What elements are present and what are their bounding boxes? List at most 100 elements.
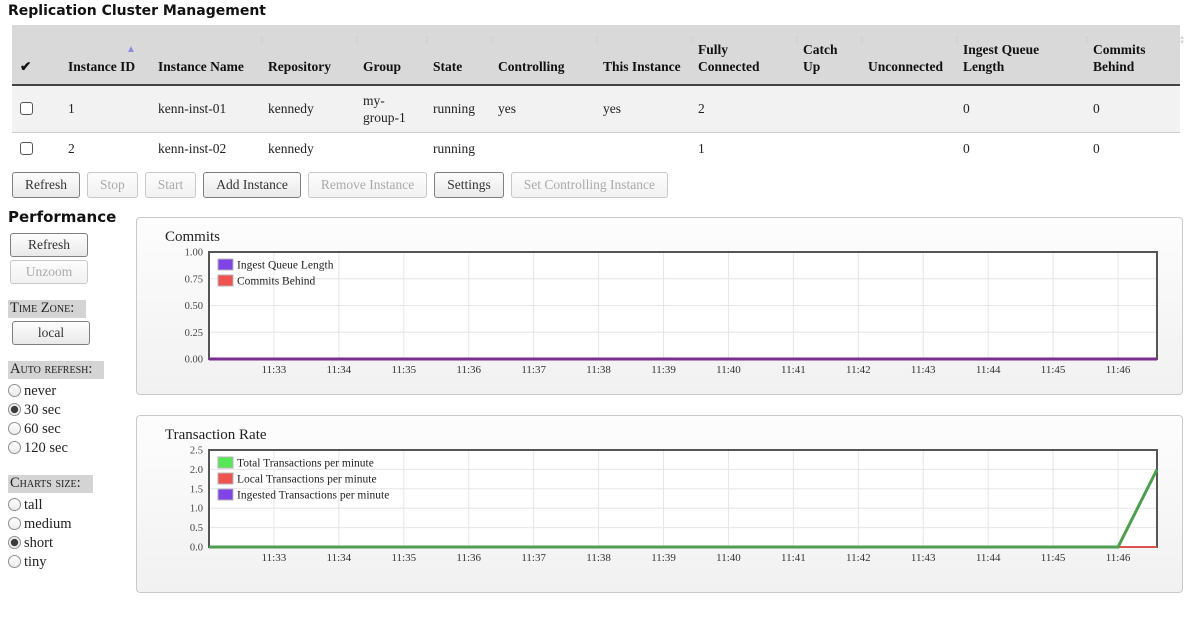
cell-fully-connected: 1 xyxy=(690,132,795,165)
cell-this-instance xyxy=(595,132,690,165)
svg-text:11:46: 11:46 xyxy=(1106,364,1131,376)
time-zone-button[interactable]: local xyxy=(12,321,90,345)
cell-commits-behind: 0 xyxy=(1085,85,1180,132)
charts-size-group: Charts size: tall medium short tiny xyxy=(8,474,136,572)
transaction-rate-chart-title: Transaction Rate xyxy=(165,427,1182,444)
charts-size-radio-tall[interactable] xyxy=(8,498,21,511)
cell-catch-up xyxy=(795,132,860,165)
column-header-group[interactable]: Group▲▼ xyxy=(355,25,425,85)
auto-refresh-option-label[interactable]: never xyxy=(24,383,56,399)
column-header-label: Group xyxy=(363,59,401,74)
column-header-controlling[interactable]: Controlling▲▼ xyxy=(490,25,595,85)
cell-instance-id: 1 xyxy=(60,85,150,132)
auto-refresh-option-label[interactable]: 30 sec xyxy=(24,402,61,418)
svg-text:11:34: 11:34 xyxy=(327,552,352,564)
sort-ascending-icon: ▲ xyxy=(126,41,136,58)
legend-swatch xyxy=(218,457,233,468)
column-header-instance-name[interactable]: Instance Name▲▼ xyxy=(150,25,260,85)
row-select-checkbox[interactable] xyxy=(20,142,33,155)
auto-refresh-option-60-sec: 60 sec xyxy=(8,420,136,439)
cluster-actions-toolbar: RefreshStopStartAdd InstanceRemove Insta… xyxy=(12,172,1191,198)
add-instance-button[interactable]: Add Instance xyxy=(203,172,301,198)
select-all-checkmark-icon[interactable]: ✔ xyxy=(12,25,60,85)
table-row: 2kenn-inst-02kennedyrunning100 xyxy=(12,132,1180,165)
settings-button[interactable]: Settings xyxy=(434,172,504,198)
svg-text:11:41: 11:41 xyxy=(781,364,806,376)
charts-size-radio-tiny[interactable] xyxy=(8,555,21,568)
cell-instance-name: kenn-inst-01 xyxy=(150,85,260,132)
column-header-catch-up[interactable]: Catch Up▲▼ xyxy=(795,25,860,85)
svg-text:11:36: 11:36 xyxy=(456,552,481,564)
column-header-commits-behind[interactable]: Commits Behind▲▼ xyxy=(1085,25,1180,85)
row-cell-select xyxy=(12,85,60,132)
svg-text:11:42: 11:42 xyxy=(846,364,871,376)
cell-fully-connected: 2 xyxy=(690,85,795,132)
charts-size-radio-medium[interactable] xyxy=(8,517,21,530)
cluster-table-body: 1kenn-inst-01kennedymy-group-1runningyes… xyxy=(12,85,1180,165)
cluster-table: ✔Instance ID▲Instance Name▲▼Repository▲▼… xyxy=(12,25,1180,165)
sortable-icon: ▲▼ xyxy=(1179,36,1185,46)
performance-section: Performance Refresh Unzoom Time Zone: lo… xyxy=(0,208,1191,613)
column-header-label: State xyxy=(433,59,462,74)
svg-text:1.0: 1.0 xyxy=(190,504,203,515)
charts-size-option-label[interactable]: tiny xyxy=(24,554,47,570)
commits-chart-panel: Commits11:3311:3411:3511:3611:3711:3811:… xyxy=(136,217,1183,395)
cell-instance-id: 2 xyxy=(60,132,150,165)
column-header-this-instance[interactable]: This Instance▲▼ xyxy=(595,25,690,85)
svg-text:11:45: 11:45 xyxy=(1041,552,1066,564)
charts-size-option-label[interactable]: tall xyxy=(24,497,43,513)
legend-label: Local Transactions per minute xyxy=(237,474,377,486)
svg-text:11:46: 11:46 xyxy=(1106,552,1131,564)
performance-unzoom-button: Unzoom xyxy=(10,260,88,284)
charts-size-option-label[interactable]: medium xyxy=(24,516,72,532)
charts-size-radio-short[interactable] xyxy=(8,536,21,549)
auto-refresh-radio-30-sec[interactable] xyxy=(8,403,21,416)
commits-chart-plot[interactable]: 11:3311:3411:3511:3611:3711:3811:3911:40… xyxy=(137,248,1177,382)
legend-swatch xyxy=(218,489,233,500)
svg-text:0.0: 0.0 xyxy=(190,543,203,554)
column-header-unconnected[interactable]: Unconnected▲▼ xyxy=(860,25,955,85)
column-header-state[interactable]: State▲▼ xyxy=(425,25,490,85)
column-header-instance-id[interactable]: Instance ID▲ xyxy=(60,25,150,85)
page-title: Replication Cluster Management xyxy=(0,0,1191,25)
cell-controlling xyxy=(490,132,595,165)
charts-size-option-tiny: tiny xyxy=(8,553,136,572)
column-header-label: Catch Up xyxy=(803,42,838,74)
auto-refresh-option-label[interactable]: 120 sec xyxy=(24,440,68,456)
time-zone-group: Time Zone: local xyxy=(8,299,136,345)
charts-size-option-label[interactable]: short xyxy=(24,535,53,551)
cell-group: my-group-1 xyxy=(355,85,425,132)
cell-ingest-queue-length: 0 xyxy=(955,85,1085,132)
column-header-repository[interactable]: Repository▲▼ xyxy=(260,25,355,85)
auto-refresh-radio-never[interactable] xyxy=(8,384,21,397)
auto-refresh-radio-60-sec[interactable] xyxy=(8,422,21,435)
svg-text:2.5: 2.5 xyxy=(190,446,203,457)
cell-catch-up xyxy=(795,85,860,132)
auto-refresh-option-120-sec: 120 sec xyxy=(8,439,136,458)
cell-unconnected xyxy=(860,132,955,165)
column-header-ingest-queue-length[interactable]: Ingest Queue Length▲▼ xyxy=(955,25,1085,85)
refresh-button[interactable]: Refresh xyxy=(12,172,80,198)
row-cell-select xyxy=(12,132,60,165)
table-row: 1kenn-inst-01kennedymy-group-1runningyes… xyxy=(12,85,1180,132)
legend-swatch xyxy=(218,259,233,270)
auto-refresh-radio-120-sec[interactable] xyxy=(8,441,21,454)
auto-refresh-option-label[interactable]: 60 sec xyxy=(24,421,61,437)
transaction-rate-chart-plot[interactable]: 11:3311:3411:3511:3611:3711:3811:3911:40… xyxy=(137,446,1177,570)
svg-text:11:35: 11:35 xyxy=(391,552,416,564)
svg-text:11:34: 11:34 xyxy=(327,364,352,376)
cell-controlling: yes xyxy=(490,85,595,132)
svg-text:11:38: 11:38 xyxy=(586,552,611,564)
remove-instance-button: Remove Instance xyxy=(308,172,427,198)
charts-column: Commits11:3311:3411:3511:3611:3711:3811:… xyxy=(136,208,1191,613)
charts-size-label: Charts size: xyxy=(8,475,93,493)
performance-refresh-button[interactable]: Refresh xyxy=(10,233,88,257)
legend-swatch xyxy=(218,275,233,286)
performance-sidebar: Performance Refresh Unzoom Time Zone: lo… xyxy=(0,208,136,613)
svg-text:0.75: 0.75 xyxy=(185,274,203,285)
auto-refresh-group: Auto refresh: never30 sec60 sec120 sec xyxy=(8,360,136,458)
row-select-checkbox[interactable] xyxy=(20,102,33,115)
cell-commits-behind: 0 xyxy=(1085,132,1180,165)
column-header-fully-connected[interactable]: Fully Connected▲▼ xyxy=(690,25,795,85)
svg-text:11:42: 11:42 xyxy=(846,552,871,564)
